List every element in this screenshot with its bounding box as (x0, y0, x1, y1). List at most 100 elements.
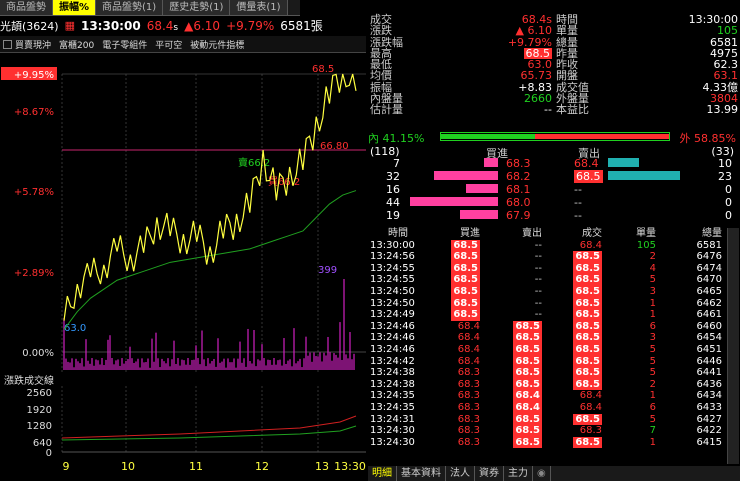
tab-major[interactable]: 主力 (504, 466, 533, 481)
tick-qty: 5 (649, 274, 656, 286)
tick-qty: 1 (649, 297, 656, 309)
tab-basic-info[interactable]: 基本資料 (397, 466, 446, 481)
x-axis-label: 13 (315, 460, 329, 473)
ask-qty: 0 (725, 183, 732, 196)
tick-header: 時間 (388, 228, 408, 239)
indicator-0[interactable]: 買賣現沖 (15, 38, 51, 51)
tick-time: 13:24:38 (370, 378, 415, 390)
tick-header: 賣出 (522, 228, 542, 239)
bid-qty: 32 (386, 170, 400, 183)
quote-value: 105 (717, 24, 738, 38)
tick-row: 13:30:00 68.5 -- 68.4 105 6581 (368, 239, 740, 252)
header-change-pct: +9.79% (226, 18, 275, 33)
volume-axis-label: 2560 (27, 388, 52, 399)
tick-bid: 68.4 (457, 355, 480, 367)
tick-price: 68.5 (573, 355, 602, 368)
tick-total: 6427 (696, 413, 722, 425)
quote-row: 成交 68.4s 時間 13:30:00 (368, 14, 740, 26)
volume-peak-label: 399 (318, 265, 337, 276)
tick-bid: 68.3 (457, 413, 480, 425)
x-axis-label: 13:30 (334, 460, 366, 473)
bid-price: 67.9 (506, 209, 531, 222)
tick-ask: 68.4 (513, 401, 542, 414)
x-axis-label: 11 (189, 460, 203, 473)
tick-ask: -- (534, 274, 542, 286)
tick-time: 13:24:31 (370, 413, 415, 425)
tab-amplitude[interactable]: 振幅% (53, 0, 97, 15)
tick-header: 總量 (702, 228, 722, 239)
tick-ask: 68.5 (513, 436, 542, 449)
stock-name[interactable]: 光頡(3624) (0, 18, 59, 34)
tick-total: 6415 (696, 436, 722, 448)
tick-price: 68.3 (579, 425, 602, 437)
tick-row: 13:24:42 68.4 68.5 68.5 5 6446 (368, 355, 740, 368)
y-label: +2.89% (14, 268, 54, 279)
tab-price-volume[interactable]: 價量表(1) (230, 0, 288, 15)
tick-time: 13:24:55 (370, 262, 415, 274)
tick-qty: 4 (649, 262, 656, 274)
tick-bid: 68.3 (457, 425, 480, 437)
tick-ask: 68.5 (513, 413, 542, 426)
quote-label: 單量 (556, 24, 578, 38)
ask-price: 68.4 (574, 157, 599, 170)
bottom-tab-bar: 明細 基本資料 法人 資券 主力 ◉ (368, 466, 740, 481)
tick-total: 6460 (696, 320, 722, 332)
tick-qty: 6 (649, 320, 656, 332)
indicator-1[interactable]: 富櫃200 (59, 38, 94, 51)
tick-bid: 68.3 (457, 436, 480, 448)
tick-price: 68.5 (573, 274, 602, 286)
indicator-3[interactable]: 平可空 (155, 38, 182, 51)
tick-ask: -- (534, 285, 542, 297)
indicator-4[interactable]: 被動元件指標 (190, 38, 244, 51)
tab-details[interactable]: 明細 (368, 466, 397, 481)
intraday-chart[interactable]: +9.95% +8.67% +5.78% +2.89% 0.00% 68.5 66.80… (0, 54, 366, 481)
tick-ask: 68.5 (513, 367, 542, 379)
tick-row: 13:24:38 68.3 68.5 68.5 5 6441 (368, 367, 740, 379)
quote-label: 本益比 (556, 103, 589, 117)
tick-time: 13:24:46 (370, 332, 415, 344)
tick-qty: 1 (649, 309, 656, 321)
tick-time: 13:24:49 (370, 309, 415, 321)
tab-institutional[interactable]: 法人 (446, 466, 475, 481)
tick-qty: 1 (649, 390, 656, 402)
tick-row: 13:24:31 68.3 68.5 68.5 5 6427 (368, 413, 740, 426)
tick-ask: -- (534, 262, 542, 274)
tick-bid: 68.5 (451, 309, 480, 321)
x-axis-label: 12 (255, 460, 269, 473)
tick-scrollbar[interactable] (727, 228, 739, 464)
chart-svg[interactable]: +9.95% +8.67% +5.78% +2.89% 0.00% 68.5 66.80… (0, 54, 366, 481)
indicator-2[interactable]: 電子零組件 (102, 38, 147, 51)
tick-qty: 5 (649, 343, 656, 355)
tick-total: 6436 (696, 378, 722, 390)
tick-bid: 68.5 (451, 251, 480, 263)
tab-market[interactable]: 商品盤勢 (0, 0, 53, 15)
next-icon[interactable]: ◉ (533, 466, 551, 481)
ask-qty: 0 (725, 209, 732, 222)
tab-bar: 商品盤勢 振幅% 商品盤勢(1) 歷史走勢(1) 價量表(1) (0, 0, 300, 16)
bid-bar (410, 197, 498, 206)
tick-bid: 68.4 (457, 320, 480, 332)
tick-price: 68.5 (573, 297, 602, 310)
tab-market-1[interactable]: 商品盤勢(1) (96, 0, 164, 15)
up-volume-line (61, 415, 357, 439)
tick-total: 6454 (696, 332, 722, 344)
volume-axis-label: 1280 (27, 421, 52, 432)
bid-qty: 19 (386, 209, 400, 222)
checkbox-icon[interactable] (3, 39, 12, 49)
bid-qty: 7 (393, 157, 400, 170)
tab-history[interactable]: 歷史走勢(1) (163, 0, 231, 15)
tab-margin[interactable]: 資券 (475, 466, 504, 481)
tick-qty: 6 (649, 401, 656, 413)
quote-label: 漲跌 (370, 24, 392, 38)
tick-total: 6422 (696, 425, 722, 437)
ask-bar (608, 158, 639, 167)
tick-time: 13:24:42 (370, 355, 415, 367)
quote-row: 漲跌幅 +9.79% 總量 6581 (368, 36, 740, 48)
tick-bid: 68.3 (457, 367, 480, 379)
volume-panel-title: 漲跌成交線 (4, 374, 54, 387)
menu-icon[interactable]: ▦ (65, 19, 75, 32)
tick-time: 13:24:35 (370, 401, 415, 413)
tick-total: 6470 (696, 274, 722, 286)
tick-row: 13:24:55 68.5 -- 68.5 4 6474 (368, 262, 740, 275)
tick-ask: -- (534, 239, 542, 251)
